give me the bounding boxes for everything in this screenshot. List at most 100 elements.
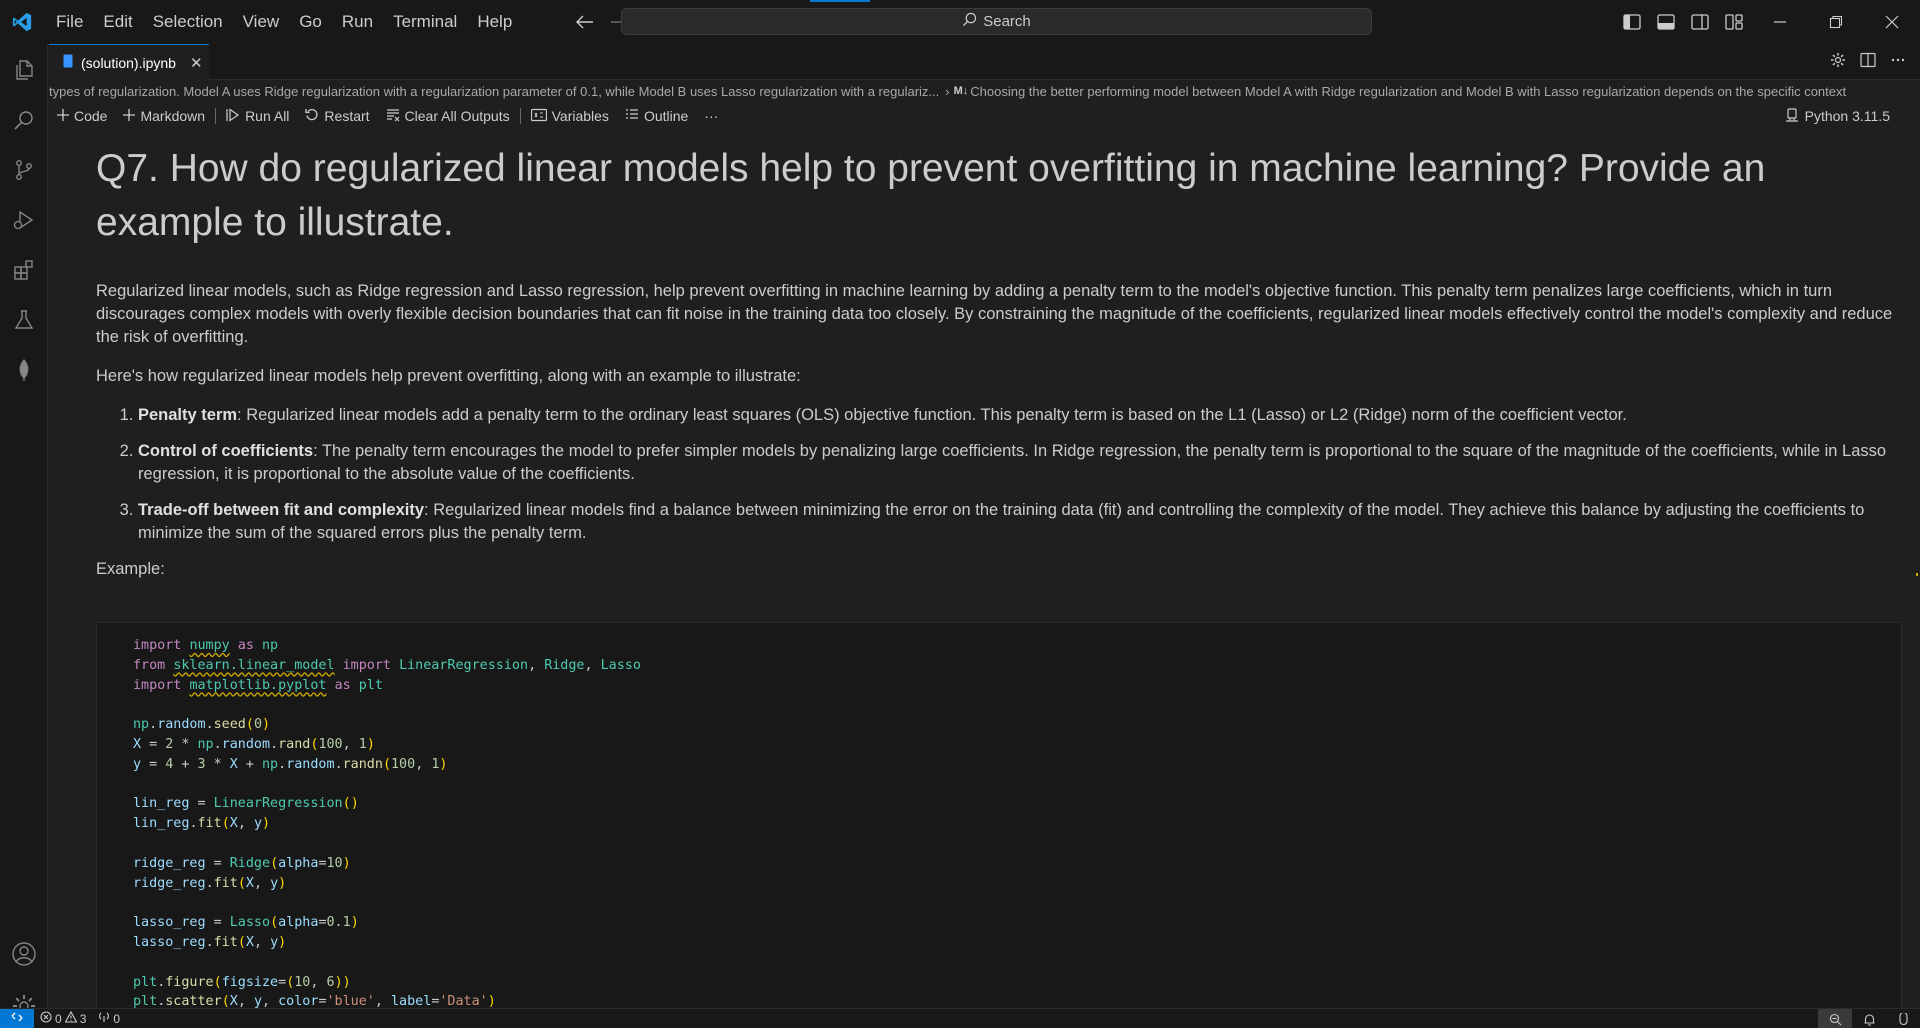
chevron-right-icon: › [945,83,950,99]
toolbar-divider [215,108,217,124]
list-item-term: Control of coefficients [138,442,314,460]
error-count: 0 [55,1011,62,1026]
code-editor[interactable]: import numpy as np from sklearn.linear_mo… [133,636,641,1008]
code-line: from sklearn.linear_model import LinearR… [133,657,641,673]
menu-terminal[interactable]: Terminal [383,0,467,44]
command-center-search[interactable]: Search [621,8,1372,35]
list-item: Penalty term: Regularized linear models … [138,404,1896,427]
code-line: lasso_reg = Lasso(alpha=0.1) [133,915,359,931]
menu-file[interactable]: File [46,0,93,44]
run-all-icon [226,107,240,125]
overview-ruler-warning-marker [1916,573,1918,576]
restart-kernel-button[interactable]: Restart [297,102,377,130]
ports-count: 0 [113,1011,121,1026]
accounts-icon[interactable] [0,930,48,978]
code-line: import numpy as np [133,638,279,653]
list-item-text: : Regularized linear models add a penalt… [237,406,1627,424]
zoom-icon[interactable] [1818,1009,1852,1028]
notebook-file-icon [63,54,73,71]
list-item: Control of coefficients: The penalty ter… [138,440,1896,486]
ports-indicator[interactable]: 0 [92,1011,126,1026]
ports-antenna-icon [98,1011,110,1026]
code-cell[interactable]: import numpy as np from sklearn.linear_mo… [96,622,1902,1008]
add-markdown-cell-button[interactable]: Markdown [115,102,213,130]
menu-view[interactable]: View [233,0,290,44]
restore-icon[interactable] [1808,0,1864,44]
code-line: lasso_reg.fit(X, y) [133,934,287,950]
notebook-toolbar: Code Markdown Run All Restart Clear All … [49,102,1920,130]
remote-indicator[interactable] [0,1008,34,1028]
restart-label: Restart [324,108,370,124]
toggle-primary-sidebar-icon[interactable] [1620,10,1644,34]
run-all-button[interactable]: Run All [218,102,297,130]
menu-edit[interactable]: Edit [93,0,142,44]
add-code-cell-button[interactable]: Code [49,102,115,130]
example-label: Example: [96,560,165,578]
toggle-panel-icon[interactable] [1654,10,1678,34]
variables-button[interactable]: Variables [523,102,617,130]
vscode-logo-icon [0,0,44,44]
minimize-icon[interactable] [1752,0,1808,44]
status-right [1818,1009,1920,1028]
notifications-bell-icon[interactable] [1852,1009,1886,1028]
code-label: Code [74,108,108,124]
close-window-icon[interactable] [1864,0,1920,44]
back-arrow-icon[interactable] [576,15,594,29]
numbered-list: Penalty term: Regularized linear models … [138,404,1896,545]
clear-all-outputs-label: Clear All Outputs [404,108,510,124]
customize-layout-icon[interactable] [1722,10,1746,34]
clear-all-outputs-button[interactable]: Clear All Outputs [378,102,518,130]
kernel-picker[interactable]: Python 3.11.5 [1785,102,1890,130]
menu-selection[interactable]: Selection [143,0,233,44]
how-it-helps-paragraph: Here's how regularized linear models hel… [96,367,801,385]
more-actions-icon[interactable] [1890,52,1906,73]
search-view-icon[interactable] [0,96,48,144]
kernel-label: Python 3.11.5 [1804,108,1890,124]
code-line: X = 2 * np.random.rand(100, 1) [133,736,375,752]
source-control-icon[interactable] [0,146,48,194]
mongodb-leaf-icon[interactable] [0,346,48,394]
code-line: y = 4 + 3 * X + np.random.randn(100, 1) [133,756,448,772]
outline-label: Outline [643,108,689,124]
copilot-icon[interactable] [1886,1009,1920,1028]
breadcrumb-cell-2[interactable]: Choosing the better performing model bet… [970,84,1846,99]
code-line: plt.scatter(X, y, color='blue', label='D… [133,994,496,1008]
activity-bar: 1 [0,44,48,1024]
split-editor-icon[interactable] [1860,52,1876,73]
intro-paragraph: Regularized linear models, such as Ridge… [96,282,1893,346]
list-item-term: Penalty term [138,406,238,424]
outline-button[interactable]: Outline [617,102,696,130]
extensions-icon[interactable] [0,246,48,294]
toggle-secondary-sidebar-icon[interactable] [1688,10,1712,34]
menu-bar: File Edit Selection View Go Run Terminal… [46,0,522,44]
code-line: lin_reg.fit(X, y) [133,816,271,832]
warning-icon [64,1010,78,1026]
run-debug-icon[interactable] [0,196,48,244]
menu-run[interactable]: Run [332,0,383,44]
toolbar-more-button[interactable]: ··· [696,102,726,130]
problems-indicator[interactable]: 0 3 [34,1010,92,1026]
testing-flask-icon[interactable] [0,296,48,344]
error-icon [40,1011,52,1026]
breadcrumb-cell-1[interactable]: types of regularization. Model A uses Ri… [49,84,939,99]
editor-tab-bar: (solution).ipynb ✕ [49,44,1920,80]
menu-go[interactable]: Go [289,0,332,44]
markdown-cell[interactable]: Q7. How do regularized linear models hel… [96,130,1920,581]
clear-outputs-icon [386,108,400,125]
notebook-settings-gear-icon[interactable] [1830,52,1846,73]
search-label: Search [983,13,1031,30]
toolbar-divider [519,108,521,124]
tab-solution-notebook[interactable]: (solution).ipynb ✕ [49,44,209,80]
menu-help[interactable]: Help [467,0,522,44]
close-tab-icon[interactable]: ✕ [190,54,203,72]
explorer-icon[interactable] [0,46,48,94]
restart-icon [305,108,319,125]
markdown-label: Markdown [140,108,206,124]
tab-label: (solution).ipynb [81,54,176,71]
more-ellipsis-icon: ··· [704,108,719,124]
